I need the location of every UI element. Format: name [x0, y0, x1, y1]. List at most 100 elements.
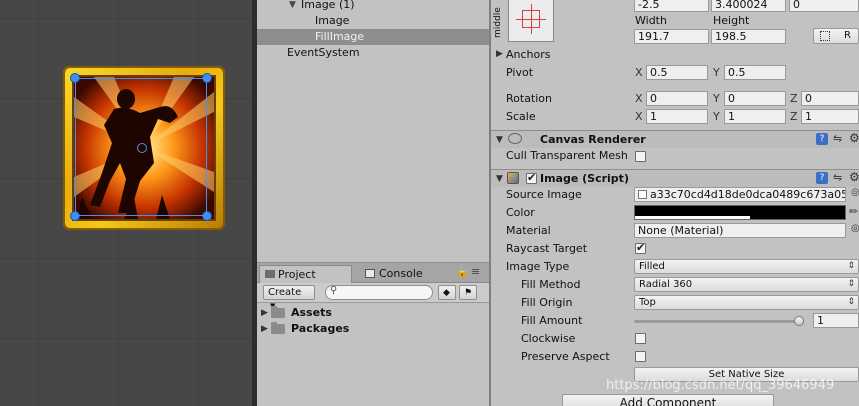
panel-menu-icon[interactable]: ≡ [471, 265, 480, 278]
scale-label: Scale [506, 110, 536, 123]
canvas-renderer-header[interactable]: ▼ Canvas Renderer ? ⇋ ⚙ [491, 130, 859, 148]
expand-arrow-icon[interactable]: ▼ [289, 0, 296, 13]
scale-x-axis: X [635, 110, 643, 123]
preset-icon[interactable]: ⇋ [833, 132, 842, 145]
scale-x-field[interactable]: 1 [646, 109, 708, 124]
fill-origin-dropdown[interactable]: Top ⇕ [634, 295, 859, 310]
lock-icon[interactable]: 🔒 [456, 267, 468, 278]
gear-icon[interactable]: ⚙ [849, 131, 859, 145]
help-icon[interactable]: ? [816, 133, 828, 145]
pos-z-field[interactable]: 0 [789, 0, 859, 12]
color-label: Color [506, 206, 535, 219]
hierarchy-item-fillimage[interactable]: FillImage [257, 29, 489, 45]
rotation-x-field[interactable]: 0 [646, 91, 708, 106]
expand-arrow-icon[interactable]: ▶ [261, 321, 268, 337]
image-enabled-checkbox[interactable] [526, 171, 537, 184]
scale-y-field[interactable]: 1 [724, 109, 786, 124]
scale-z-field[interactable]: 1 [801, 109, 859, 124]
tag-icon: ⚑ [464, 288, 473, 298]
image-type-dropdown[interactable]: Filled ⇕ [634, 259, 859, 274]
fill-method-dropdown[interactable]: Radial 360 ⇕ [634, 277, 859, 292]
hierarchy-panel: ▼ Image (1) Image FillImage EventSystem [257, 0, 489, 262]
eyedropper-icon[interactable]: ✏ [849, 205, 858, 218]
folder-icon [271, 322, 285, 334]
caret-icon: ⇕ [847, 261, 855, 271]
scale-z-axis: Z [790, 110, 798, 123]
pos-y-field[interactable]: 3.400024 [711, 0, 786, 12]
project-panel: Project Console 🔒 ≡ Create ▼ ⚲ ◆ ⚑ ▶ Ass… [257, 262, 489, 406]
folder-assets[interactable]: ▶ Assets [257, 305, 489, 321]
raw-edit-button[interactable]: R [813, 28, 859, 44]
pivot-x-field[interactable]: 0.5 [646, 65, 708, 80]
project-tab-bar: Project Console 🔒 ≡ [257, 263, 489, 283]
image-script-title: Image (Script) [540, 172, 629, 185]
hierarchy-item-image-1[interactable]: ▼ Image (1) [257, 0, 489, 13]
search-icon: ⚲ [330, 285, 338, 296]
image-script-header[interactable]: ▼ Image (Script) ? ⇋ ⚙ [491, 169, 859, 187]
expand-arrow-icon[interactable]: ▶ [261, 305, 268, 321]
width-label: Width [635, 14, 667, 27]
pivot-y-axis: Y [713, 66, 720, 79]
fill-amount-slider[interactable] [634, 316, 804, 326]
source-image-field[interactable]: a33c70cd4d18de0dca0489c673a05 [634, 187, 846, 202]
rotation-y-field[interactable]: 0 [724, 91, 786, 106]
canvas-renderer-title: Canvas Renderer [540, 133, 646, 146]
tab-console[interactable]: Console [361, 265, 451, 283]
fill-amount-field[interactable]: 1 [813, 313, 859, 328]
preset-icon[interactable]: ⇋ [833, 171, 842, 184]
clockwise-label: Clockwise [521, 332, 576, 345]
hierarchy-item-eventsystem[interactable]: EventSystem [257, 45, 489, 61]
collapse-arrow-icon[interactable]: ▼ [496, 174, 503, 184]
object-picker-icon[interactable]: ◎ [851, 223, 859, 234]
object-picker-icon[interactable]: ◎ [851, 187, 859, 198]
rotation-x-axis: X [635, 92, 643, 105]
material-label: Material [506, 224, 551, 237]
pos-x-field[interactable]: -2.5 [634, 0, 709, 12]
pivot-x-axis: X [635, 66, 643, 79]
sprite-icon [638, 190, 647, 199]
width-field[interactable]: 191.7 [634, 29, 709, 44]
add-component-button[interactable]: Add Component [562, 394, 774, 406]
collapse-arrow-icon[interactable]: ▼ [496, 135, 503, 145]
material-field[interactable]: None (Material) [634, 223, 846, 238]
raycast-target-checkbox[interactable] [635, 241, 646, 254]
folder-icon [271, 306, 285, 318]
pivot-y-field[interactable]: 0.5 [724, 65, 786, 80]
clockwise-checkbox[interactable] [635, 333, 646, 344]
anchor-preset-button[interactable] [508, 0, 554, 42]
anchors-foldout-icon[interactable]: ▶ [496, 49, 503, 59]
cull-transparent-mesh-label: Cull Transparent Mesh [506, 149, 628, 162]
scene-view[interactable] [0, 0, 252, 406]
create-dropdown[interactable]: Create ▼ [263, 285, 315, 310]
search-input[interactable]: ⚲ [325, 285, 433, 300]
watermark-text: https://blog.csdn.net/qq_39646949 [606, 378, 835, 393]
gear-icon[interactable]: ⚙ [849, 170, 859, 184]
raycast-target-label: Raycast Target [506, 242, 588, 255]
filter-by-label-button[interactable]: ⚑ [459, 285, 477, 300]
shapes-icon: ◆ [443, 288, 450, 298]
r-glyph-icon: R [844, 30, 851, 41]
fill-method-label: Fill Method [521, 278, 581, 291]
eye-icon [508, 133, 522, 144]
filter-by-type-button[interactable]: ◆ [438, 285, 456, 300]
cull-transparent-mesh-checkbox[interactable] [635, 151, 646, 162]
inspector-panel: middle -2.5 3.400024 0 Width Height 191.… [491, 0, 859, 406]
folder-packages[interactable]: ▶ Packages [257, 321, 489, 337]
hierarchy-item-image[interactable]: Image [257, 13, 489, 29]
rotation-y-axis: Y [713, 92, 720, 105]
rect-outline [75, 78, 207, 216]
height-field[interactable]: 198.5 [711, 29, 786, 44]
source-image-label: Source Image [506, 188, 582, 201]
fill-amount-slider-thumb[interactable] [794, 316, 804, 326]
scale-y-axis: Y [713, 110, 720, 123]
help-icon[interactable]: ? [816, 172, 828, 184]
height-label: Height [713, 14, 750, 27]
tab-project[interactable]: Project [259, 265, 352, 283]
rotation-z-field[interactable]: 0 [801, 91, 859, 106]
caret-icon: ⇕ [847, 297, 855, 307]
preserve-aspect-checkbox[interactable] [635, 351, 646, 362]
anchors-label[interactable]: Anchors [506, 48, 551, 61]
console-tab-icon [365, 269, 375, 278]
rotation-label: Rotation [506, 92, 553, 105]
color-swatch[interactable] [634, 205, 846, 220]
